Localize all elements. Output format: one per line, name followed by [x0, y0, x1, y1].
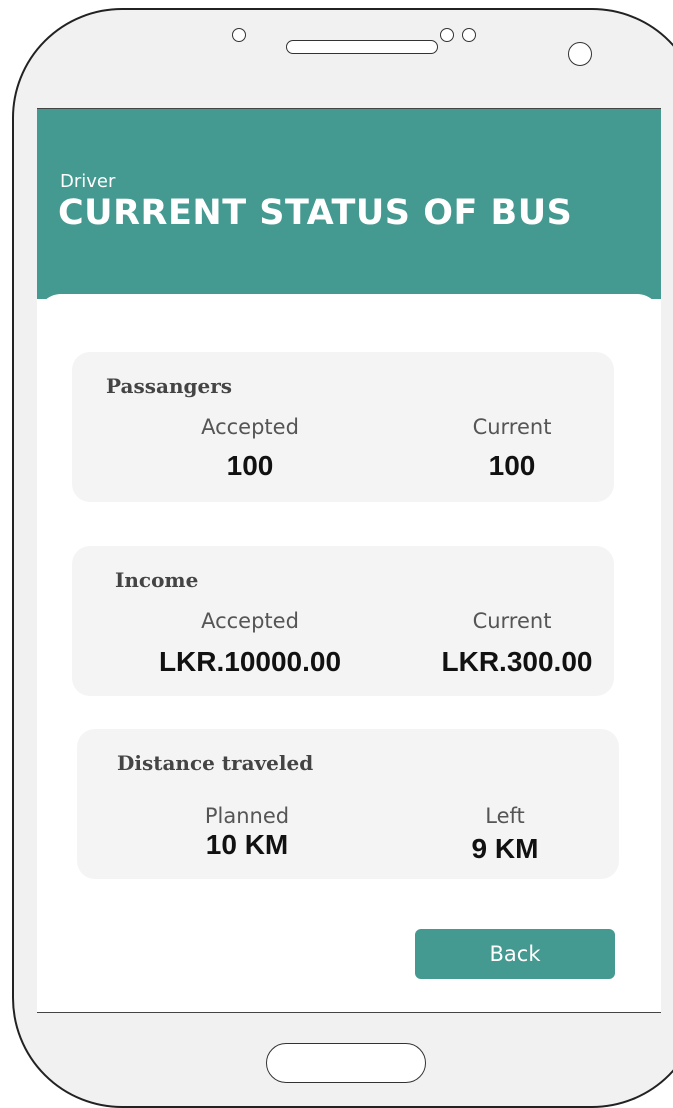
distance-left-value: 9 KM	[471, 833, 539, 864]
passengers-card: Passangers Accepted 100 Current 100	[72, 352, 614, 502]
sensor-dot-icon	[232, 28, 246, 42]
app-header: Driver CURRENT STATUS OF BUS	[37, 109, 661, 299]
income-current-label: Current	[472, 609, 552, 633]
passengers-accepted-label: Accepted	[201, 415, 299, 439]
header-subtitle: Driver	[60, 171, 116, 192]
home-button[interactable]	[266, 1043, 426, 1083]
front-camera-icon	[568, 42, 592, 66]
content-area: Passangers Accepted 100 Current 100 Inco…	[37, 294, 661, 1013]
passengers-card-title: Passangers	[106, 374, 232, 398]
passengers-current-label: Current	[472, 415, 552, 439]
distance-card-title: Distance traveled	[117, 751, 314, 775]
sensor-dot-icon	[440, 28, 454, 42]
passengers-current-value: 100	[488, 450, 536, 481]
distance-planned-label: Planned	[204, 804, 290, 828]
passengers-accepted-value: 100	[226, 450, 274, 481]
page-title: CURRENT STATUS OF BUS	[58, 193, 573, 233]
back-button[interactable]: Back	[415, 929, 615, 979]
income-current-value: LKR.300.00	[441, 646, 593, 677]
speaker-grille	[286, 40, 438, 54]
income-card-title: Income	[115, 568, 199, 592]
income-accepted-value: LKR.10000.00	[158, 646, 342, 677]
sensor-dot-icon	[462, 28, 476, 42]
phone-screen: Driver CURRENT STATUS OF BUS Passangers …	[37, 108, 661, 1013]
income-card: Income Accepted LKR.10000.00 Current LKR…	[72, 546, 614, 696]
distance-card: Distance traveled Planned 10 KM Left 9 K…	[77, 729, 619, 879]
screen-bottom-border	[37, 1012, 661, 1013]
income-accepted-label: Accepted	[201, 609, 299, 633]
distance-left-label: Left	[485, 804, 525, 828]
distance-planned-value: 10 KM	[205, 829, 289, 860]
